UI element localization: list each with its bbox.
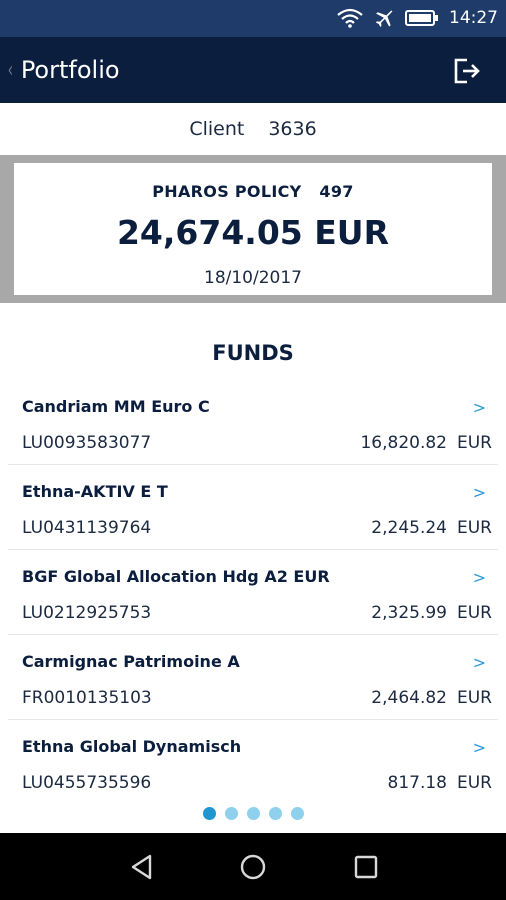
policy-header: PHAROS POLICY 497 [14, 182, 492, 201]
fund-isin: LU0212925753 [22, 603, 152, 623]
page-dot[interactable] [290, 807, 304, 820]
recents-square-icon [354, 855, 378, 879]
client-number: 3636 [268, 118, 317, 140]
nav-back-button[interactable] [126, 851, 160, 883]
chevron-right-icon: > [472, 483, 486, 502]
logout-button[interactable] [452, 56, 482, 86]
airplane-icon [375, 10, 393, 27]
fund-amount: 817.18 [387, 773, 447, 793]
fund-amount: 2,245.24 [371, 518, 447, 538]
chevron-right-icon: > [472, 653, 486, 672]
fund-amount: 2,464.82 [371, 688, 447, 708]
fund-row[interactable]: Candriam MM Euro C > LU0093583077 16,820… [8, 380, 498, 465]
page-dot[interactable] [246, 807, 260, 820]
policy-number: 497 [319, 182, 354, 201]
fund-amount: 2,325.99 [371, 603, 447, 623]
chevron-right-icon: > [472, 398, 486, 417]
fund-name: Candriam MM Euro C [22, 397, 210, 416]
back-button[interactable]: ‹ Portfolio [6, 51, 120, 89]
fund-row[interactable]: Carmignac Patrimoine A > FR0010135103 2,… [8, 635, 498, 720]
funds-title: FUNDS [212, 341, 294, 365]
fund-currency: EUR [457, 773, 492, 793]
status-icons: 14:27 [337, 6, 498, 30]
policy-date: 18/10/2017 [204, 268, 302, 288]
page-dot[interactable] [268, 807, 282, 820]
fund-isin: FR0010135103 [22, 688, 152, 708]
fund-currency: EUR [457, 603, 492, 623]
fund-row[interactable]: BGF Global Allocation Hdg A2 EUR > LU021… [8, 550, 498, 635]
nav-recents-button[interactable] [348, 851, 382, 883]
page-indicator [0, 807, 506, 820]
logout-icon [454, 58, 480, 84]
fund-isin: LU0455735596 [22, 773, 152, 793]
client-label: Client [189, 118, 245, 140]
home-circle-icon [240, 854, 266, 880]
page-dot[interactable] [224, 807, 238, 820]
nav-home-button[interactable] [236, 851, 270, 883]
fund-name: Ethna-AKTIV E T [22, 482, 168, 501]
fund-currency: EUR [457, 433, 492, 453]
client-row: Client 3636 [0, 103, 506, 155]
page-title: Portfolio [20, 56, 120, 84]
fund-currency: EUR [457, 518, 492, 538]
fund-amount: 16,820.82 [360, 433, 447, 453]
fund-currency: EUR [457, 688, 492, 708]
policy-band: PHAROS POLICY 497 24,674.05 EUR 18/10/20… [0, 155, 506, 303]
system-nav-bar [0, 833, 506, 900]
fund-isin: LU0431139764 [22, 518, 152, 538]
status-bar: 14:27 [0, 0, 506, 37]
chevron-left-icon: ‹ [7, 57, 14, 83]
battery-icon [405, 10, 438, 26]
page-dot[interactable] [202, 807, 216, 820]
policy-name: PHAROS POLICY [152, 182, 302, 201]
back-triangle-icon [131, 854, 152, 880]
fund-name: BGF Global Allocation Hdg A2 EUR [22, 567, 330, 586]
funds-list: Candriam MM Euro C > LU0093583077 16,820… [0, 380, 506, 805]
chevron-right-icon: > [472, 568, 486, 587]
fund-row[interactable]: Ethna Global Dynamisch > LU0455735596 81… [8, 720, 498, 805]
app-bar: ‹ Portfolio [0, 37, 506, 103]
fund-value: 2,464.82 EUR [371, 688, 492, 708]
fund-value: 16,820.82 EUR [360, 433, 492, 453]
wifi-icon [337, 8, 363, 28]
fund-value: 2,325.99 EUR [371, 603, 492, 623]
fund-isin: LU0093583077 [22, 433, 152, 453]
policy-card[interactable]: PHAROS POLICY 497 24,674.05 EUR 18/10/20… [14, 163, 492, 295]
fund-name: Ethna Global Dynamisch [22, 737, 242, 756]
status-time: 14:27 [449, 8, 498, 28]
chevron-right-icon: > [472, 738, 486, 757]
policy-value: 24,674.05 EUR [116, 213, 390, 252]
fund-name: Carmignac Patrimoine A [22, 652, 240, 671]
fund-value: 817.18 EUR [388, 773, 492, 793]
fund-row[interactable]: Ethna-AKTIV E T > LU0431139764 2,245.24 … [8, 465, 498, 550]
fund-value: 2,245.24 EUR [371, 518, 492, 538]
